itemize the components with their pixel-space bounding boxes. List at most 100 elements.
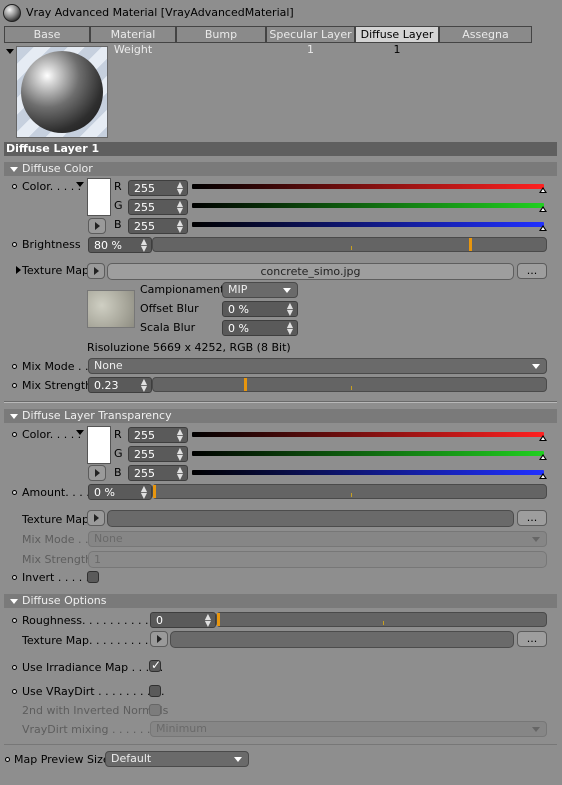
brightness-slider[interactable]: [152, 237, 547, 252]
section-title: Diffuse Options: [22, 594, 107, 607]
mix-strength-value: 1: [94, 553, 101, 566]
divider: [4, 401, 557, 403]
collapse-icon: [10, 414, 18, 419]
g-spinner[interactable]: 255 ▲ ▼: [128, 199, 188, 215]
color-swatch[interactable]: [87, 178, 111, 216]
texture-file-field[interactable]: concrete_simo.jpg: [107, 263, 514, 280]
g-slider[interactable]: [192, 203, 547, 212]
transparency-color-swatch[interactable]: [87, 426, 111, 464]
mix-strength-label: Mix Strength: [22, 379, 93, 392]
brightness-spinner[interactable]: 80 % ▲ ▼: [88, 237, 152, 253]
color-dropdown-icon[interactable]: [76, 182, 84, 187]
b-spinner[interactable]: 255 ▲ ▼: [128, 218, 188, 234]
roughness-slider-handle[interactable]: [217, 613, 220, 626]
transparency-g-spinner[interactable]: 255 ▲ ▼: [128, 446, 188, 462]
transparency-g-slider[interactable]: [192, 451, 547, 460]
irradiance-checkbox[interactable]: ✓: [149, 658, 162, 672]
transparency-r-slider[interactable]: [192, 432, 547, 441]
tab-diffuse-layer-1[interactable]: Diffuse Layer 1: [355, 26, 439, 56]
section-diffuse-color[interactable]: Diffuse Color: [4, 162, 557, 176]
animate-dot[interactable]: [12, 689, 17, 694]
animate-dot[interactable]: [12, 490, 17, 495]
b-slider[interactable]: [192, 222, 547, 231]
options-texture-field[interactable]: [170, 631, 514, 648]
vraydirt-label: Use VRayDirt . . . . . . . . . .: [22, 685, 165, 698]
animate-dot[interactable]: [12, 665, 17, 670]
animate-dot[interactable]: [12, 364, 17, 369]
tab-material-weight[interactable]: Material Weight: [90, 26, 176, 56]
roughness-slider[interactable]: [216, 612, 547, 627]
brightness-slider-handle[interactable]: [469, 238, 472, 251]
material-preview-icon: [3, 4, 21, 22]
texture-file-name: concrete_simo.jpg: [260, 265, 361, 278]
material-preview: [16, 46, 108, 138]
animate-dot[interactable]: [5, 757, 10, 762]
section-title: Diffuse Layer Transparency: [22, 409, 172, 422]
panel-title: Diffuse Layer 1: [6, 142, 100, 155]
mix-strength-slider[interactable]: [152, 377, 547, 392]
options-texture-menu-button[interactable]: [150, 631, 168, 647]
b-value: 255: [134, 220, 155, 233]
amount-value: 0 %: [94, 486, 115, 499]
animate-dot[interactable]: [12, 383, 17, 388]
color-picker-button[interactable]: [88, 218, 106, 234]
scale-blur-spinner[interactable]: 0 % ▲ ▼: [222, 320, 298, 336]
transparency-texture-menu-button[interactable]: [87, 510, 105, 526]
r-slider[interactable]: [192, 184, 547, 193]
amount-slider-handle[interactable]: [153, 485, 156, 498]
transparency-mix-mode-label: Mix Mode . .: [22, 533, 89, 546]
texture-browse-button[interactable]: ...: [517, 263, 547, 279]
offset-blur-spinner[interactable]: 0 % ▲ ▼: [222, 301, 298, 317]
transparency-mix-strength-field: 1: [88, 551, 547, 568]
vraydirt-checkbox[interactable]: [149, 685, 161, 697]
sampling-select[interactable]: MIP: [222, 282, 298, 298]
tab-bump[interactable]: Bump: [176, 26, 266, 43]
amount-slider[interactable]: [152, 484, 547, 499]
animate-dot[interactable]: [12, 432, 17, 437]
roughness-spinner[interactable]: 0 ▲ ▼: [150, 612, 216, 628]
preview-collapse-icon[interactable]: [6, 49, 14, 54]
texture-expand-icon[interactable]: [16, 266, 21, 274]
mix-mode-select[interactable]: None: [88, 358, 547, 374]
r-spinner[interactable]: 255 ▲ ▼: [128, 180, 188, 196]
r-value: 255: [134, 429, 155, 442]
transparency-texture-field[interactable]: [107, 510, 514, 527]
tab-base[interactable]: Base: [4, 26, 90, 43]
tab-bar: Base Material Weight Bump Specular Layer…: [4, 26, 532, 56]
brightness-label: Brightness .: [22, 238, 92, 251]
tab-specular-layer-1[interactable]: Specular Layer 1: [266, 26, 355, 56]
offset-blur-label: Offset Blur: [140, 302, 199, 315]
check-icon: ✓: [151, 658, 162, 672]
animate-dot[interactable]: [12, 618, 17, 623]
transparency-b-spinner[interactable]: 255 ▲ ▼: [128, 465, 188, 481]
animate-dot[interactable]: [12, 184, 17, 189]
amount-spinner[interactable]: 0 % ▲ ▼: [88, 484, 152, 500]
inverted-normals-label: 2nd with Inverted Normals: [22, 704, 169, 717]
invert-checkbox[interactable]: [87, 571, 99, 583]
animate-dot[interactable]: [12, 575, 17, 580]
texture-menu-button[interactable]: [87, 263, 105, 279]
offset-blur-value: 0 %: [228, 303, 249, 316]
mix-strength-spinner[interactable]: 0.23 ▲ ▼: [88, 377, 152, 393]
map-preview-size-select[interactable]: Default: [105, 751, 249, 767]
r-label: R: [114, 180, 122, 193]
transparency-b-slider[interactable]: [192, 470, 547, 479]
color-dropdown-icon[interactable]: [76, 430, 84, 435]
b-value: 255: [134, 467, 155, 480]
tab-assegna[interactable]: Assegna: [439, 26, 532, 43]
mix-strength-slider-handle[interactable]: [244, 378, 247, 391]
transparency-mix-strength-label: Mix Strength: [22, 553, 93, 566]
options-texture-browse-button[interactable]: ...: [517, 631, 547, 647]
section-diffuse-layer-transparency[interactable]: Diffuse Layer Transparency: [4, 409, 557, 423]
color-label: Color. . . . .: [22, 180, 82, 193]
animate-dot[interactable]: [12, 242, 17, 247]
section-diffuse-options[interactable]: Diffuse Options: [4, 594, 557, 608]
mix-mode-value: None: [94, 359, 123, 372]
transparency-color-picker-button[interactable]: [88, 465, 106, 481]
g-value: 255: [134, 448, 155, 461]
transparency-r-spinner[interactable]: 255 ▲ ▼: [128, 427, 188, 443]
scale-blur-label: Scala Blur: [140, 321, 196, 334]
invert-label: Invert . . . . .: [22, 571, 90, 584]
sampling-label: Campionamento: [140, 283, 232, 296]
transparency-texture-browse-button[interactable]: ...: [517, 510, 547, 526]
